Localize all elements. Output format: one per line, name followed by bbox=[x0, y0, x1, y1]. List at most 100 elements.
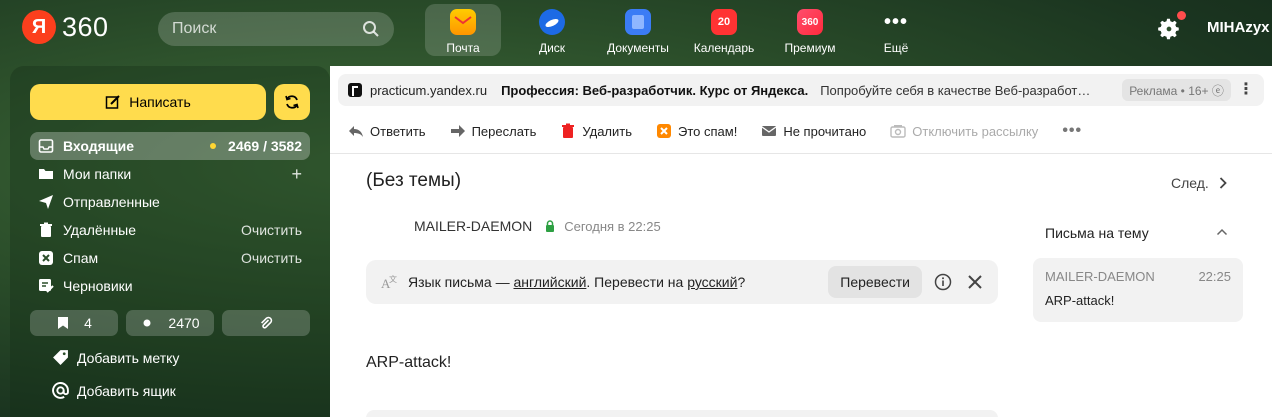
service-label: Ещё bbox=[883, 41, 909, 55]
search-icon bbox=[363, 21, 379, 37]
drafts-icon bbox=[39, 279, 54, 293]
ad-title[interactable]: Профессия: Веб-разработчик. Курс от Янде… bbox=[501, 83, 808, 98]
service-label: Премиум bbox=[784, 41, 836, 55]
service-docs[interactable]: Документы bbox=[595, 4, 681, 56]
sidebar: Написать Входящие 2469 / 3582 Мои папки … bbox=[10, 66, 330, 417]
folder-drafts[interactable]: Черновики bbox=[30, 272, 310, 300]
forward-icon bbox=[450, 125, 465, 137]
unsubscribe-icon bbox=[890, 125, 906, 138]
compose-label: Написать bbox=[129, 94, 191, 110]
forward-button[interactable]: Переслать bbox=[450, 123, 536, 139]
folder-trash[interactable]: Удалённые Очистить bbox=[30, 216, 310, 244]
service-premium[interactable]: 360 Премиум bbox=[767, 4, 853, 56]
delete-button[interactable]: Удалить bbox=[560, 123, 632, 139]
trash-icon bbox=[40, 222, 52, 237]
folder-name: Входящие bbox=[63, 138, 134, 154]
search-placeholder: Поиск bbox=[172, 20, 217, 37]
clear-trash-button[interactable]: Очистить bbox=[241, 222, 302, 238]
disk-icon bbox=[539, 9, 565, 35]
sent-icon bbox=[39, 195, 53, 209]
reply-button[interactable]: Ответить bbox=[348, 123, 426, 139]
inbox-icon bbox=[38, 139, 54, 153]
chevron-up-icon[interactable] bbox=[1216, 226, 1228, 238]
unread-count: 2470 bbox=[168, 315, 200, 331]
spam-button[interactable]: Это спам! bbox=[656, 123, 737, 139]
folder-my-folders[interactable]: Мои папки + bbox=[30, 160, 310, 188]
next-message-button[interactable]: След. bbox=[1171, 175, 1229, 191]
service-mail[interactable]: Почта bbox=[425, 4, 501, 56]
target-language-link[interactable]: русский bbox=[687, 274, 737, 290]
translate-banner: A文 Язык письма — английский. Перевести н… bbox=[366, 260, 998, 304]
add-mailbox-text: Добавить ящик bbox=[77, 382, 176, 399]
add-label-text: Добавить метку bbox=[77, 349, 180, 366]
folder-name: Отправленные bbox=[63, 194, 160, 210]
clear-spam-button[interactable]: Очистить bbox=[241, 250, 302, 266]
folder-name: Удалённые bbox=[63, 222, 137, 238]
translate-middle: . Перевести на bbox=[586, 274, 688, 290]
practicum-logo-icon bbox=[348, 83, 362, 97]
thread-item[interactable]: MAILER-DAEMON 22:25 ARP-attack! bbox=[1033, 258, 1243, 322]
thread-panel-title: Письма на тему bbox=[1045, 225, 1149, 241]
logo-360-text: 360 bbox=[62, 11, 109, 42]
ad-menu-button[interactable]: ⋮ bbox=[1238, 82, 1254, 98]
translate-prefix: Язык письма — bbox=[408, 274, 514, 290]
service-disk[interactable]: Диск bbox=[509, 4, 595, 56]
add-folder-button[interactable]: + bbox=[291, 164, 302, 185]
more-actions-button[interactable]: ••• bbox=[1062, 122, 1082, 140]
toolbar-divider bbox=[330, 153, 1272, 154]
trash-icon bbox=[562, 123, 575, 138]
tag-icon bbox=[53, 350, 68, 365]
bookmarks-filter[interactable]: 4 bbox=[30, 310, 118, 336]
chevron-right-icon bbox=[1219, 177, 1227, 189]
service-calendar[interactable]: 20 Календарь bbox=[681, 4, 767, 56]
ad-banner[interactable]: practicum.yandex.ru Профессия: Веб-разра… bbox=[338, 74, 1264, 106]
premium-icon: 360 bbox=[797, 9, 823, 35]
service-more[interactable]: ••• Ещё bbox=[853, 4, 939, 56]
notification-dot bbox=[1177, 11, 1186, 20]
more-icon: ••• bbox=[883, 11, 908, 33]
top-bar: Я 360 Поиск Почта Диск Документы 20 Кале… bbox=[0, 0, 1272, 60]
unread-filter[interactable]: 2470 bbox=[126, 310, 214, 336]
yandex-360-logo[interactable]: Я 360 bbox=[22, 10, 109, 44]
reply-icon bbox=[349, 126, 363, 137]
yandex-logo-icon: Я bbox=[22, 10, 56, 44]
unsubscribe-button[interactable]: Отключить рассылку bbox=[890, 123, 1038, 139]
service-label: Календарь bbox=[693, 41, 755, 55]
translate-suffix: ? bbox=[737, 274, 746, 290]
translate-button[interactable]: Перевести bbox=[828, 266, 922, 298]
spam-icon bbox=[39, 251, 53, 265]
compose-button[interactable]: Написать bbox=[30, 84, 266, 120]
service-label: Почта bbox=[446, 41, 480, 55]
user-name[interactable]: MIHAzyx bbox=[1207, 19, 1270, 36]
refresh-icon bbox=[285, 95, 299, 109]
service-label: Диск bbox=[538, 41, 566, 55]
folder-spam[interactable]: Спам Очистить bbox=[30, 244, 310, 272]
mark-unread-button[interactable]: Не прочитано bbox=[761, 123, 866, 139]
ad-text: Попробуйте себя в качестве Веб-разработч… bbox=[820, 82, 1093, 98]
mail-icon bbox=[450, 9, 476, 35]
unsubscribe-label: Отключить рассылку bbox=[912, 123, 1039, 139]
source-language-link[interactable]: английский bbox=[514, 274, 587, 290]
folder-sent[interactable]: Отправленные bbox=[30, 188, 310, 216]
folders-icon bbox=[39, 169, 53, 179]
folder-inbox[interactable]: Входящие 2469 / 3582 bbox=[30, 132, 310, 160]
sender-name[interactable]: MAILER-DAEMON bbox=[414, 218, 532, 234]
at-sign-icon bbox=[52, 382, 69, 399]
ad-label-badge[interactable]: Реклама • 16+ ⓔ bbox=[1122, 79, 1231, 101]
search-input[interactable]: Поиск bbox=[158, 12, 394, 46]
refresh-button[interactable] bbox=[274, 84, 310, 120]
message-body: ARP-attack! bbox=[366, 354, 452, 371]
folder-list: Входящие 2469 / 3582 Мои папки + Отправл… bbox=[30, 132, 310, 300]
settings-gear-icon[interactable] bbox=[1156, 16, 1182, 42]
attachments-filter[interactable] bbox=[222, 310, 310, 336]
thread-item-subject: ARP-attack! bbox=[1045, 293, 1115, 308]
translate-text: Язык письма — английский. Перевести на р… bbox=[408, 274, 828, 290]
add-mailbox-button[interactable]: Добавить ящик bbox=[52, 382, 176, 399]
sender-row: MAILER-DAEMON Сегодня в 22:25 bbox=[414, 218, 661, 234]
bookmark-icon bbox=[58, 317, 69, 329]
info-icon[interactable] bbox=[934, 273, 952, 291]
ad-site[interactable]: practicum.yandex.ru bbox=[370, 83, 487, 98]
close-icon[interactable] bbox=[966, 273, 984, 291]
reply-label: Ответить bbox=[370, 123, 426, 139]
add-label-button[interactable]: Добавить метку bbox=[52, 349, 179, 366]
